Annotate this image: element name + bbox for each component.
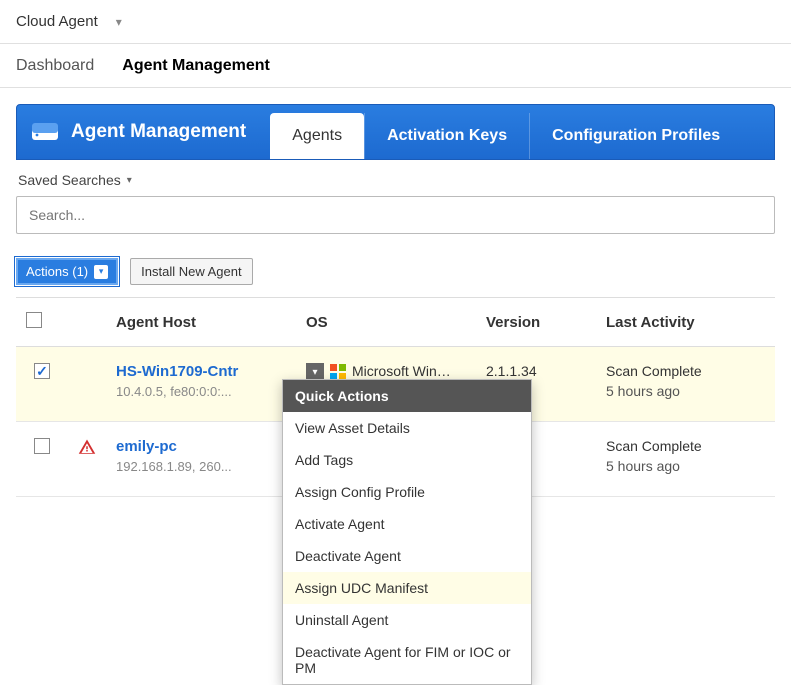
- col-last-activity[interactable]: Last Activity: [596, 298, 775, 347]
- content-area: Agent Management Agents Activation Keys …: [0, 88, 791, 513]
- table-header-row: Agent Host OS Version Last Activity: [16, 298, 775, 347]
- menu-view-asset-details[interactable]: View Asset Details: [283, 412, 531, 444]
- chevron-down-icon: ▾: [94, 265, 108, 279]
- activity-status: Scan Complete: [606, 438, 765, 454]
- menu-activate-agent[interactable]: Activate Agent: [283, 508, 531, 540]
- activity-time: 5 hours ago: [606, 458, 765, 474]
- menu-assign-udc-manifest[interactable]: Assign UDC Manifest: [283, 572, 531, 604]
- chevron-down-icon: ▾: [116, 15, 122, 29]
- tabs: Agents Activation Keys Configuration Pro…: [270, 105, 742, 159]
- tab-configuration-profiles[interactable]: Configuration Profiles: [529, 113, 742, 159]
- agent-host-sub: 10.4.0.5, fe80:0:0:...: [116, 384, 286, 399]
- tab-agents[interactable]: Agents: [270, 113, 364, 159]
- table-row[interactable]: HS-Win1709-Cntr 10.4.0.5, fe80:0:0:... ▾…: [16, 347, 775, 422]
- menu-add-tags[interactable]: Add Tags: [283, 444, 531, 476]
- col-os[interactable]: OS: [296, 298, 476, 347]
- row-checkbox[interactable]: [34, 438, 50, 454]
- saved-searches-dropdown[interactable]: Saved Searches ▾: [16, 160, 775, 196]
- header-title-group: Agent Management: [17, 105, 260, 159]
- os-name: Microsoft Win…: [352, 363, 451, 379]
- agent-host-link[interactable]: HS-Win1709-Cntr: [116, 363, 286, 380]
- activity-time: 5 hours ago: [606, 383, 765, 399]
- action-row: Actions (1) ▾ Install New Agent: [16, 258, 775, 285]
- top-bar: Cloud Agent ▾: [0, 0, 791, 44]
- activity-status: Scan Complete: [606, 363, 765, 379]
- nav-dashboard[interactable]: Dashboard: [16, 57, 94, 75]
- agent-host-link[interactable]: emily-pc: [116, 438, 286, 455]
- warning-icon: [78, 443, 96, 459]
- row-checkbox[interactable]: [34, 363, 50, 379]
- menu-deactivate-agent[interactable]: Deactivate Agent: [283, 540, 531, 572]
- drive-icon: [31, 122, 59, 142]
- nav-agent-management[interactable]: Agent Management: [122, 57, 270, 75]
- windows-icon: [330, 364, 346, 380]
- header-title: Agent Management: [71, 121, 246, 143]
- col-version[interactable]: Version: [476, 298, 596, 347]
- saved-searches-label: Saved Searches: [18, 172, 121, 188]
- caret-down-icon: ▾: [127, 175, 132, 186]
- install-new-agent-button[interactable]: Install New Agent: [130, 258, 252, 285]
- header-band: Agent Management Agents Activation Keys …: [16, 104, 775, 160]
- quick-actions-header: Quick Actions: [283, 380, 531, 412]
- header-checkbox-cell: [16, 298, 68, 347]
- agent-host-sub: 192.168.1.89, 260...: [116, 459, 286, 474]
- header-warn-cell: [68, 298, 106, 347]
- select-all-checkbox[interactable]: [26, 312, 42, 328]
- search-input[interactable]: [16, 196, 775, 234]
- tab-activation-keys[interactable]: Activation Keys: [364, 113, 529, 159]
- actions-button-label: Actions (1): [26, 264, 88, 279]
- quick-actions-menu: Quick Actions View Asset Details Add Tag…: [282, 379, 532, 685]
- menu-assign-config-profile[interactable]: Assign Config Profile: [283, 476, 531, 508]
- app-title-dropdown[interactable]: Cloud Agent ▾: [16, 13, 122, 30]
- menu-deactivate-agent-fim-ioc-pm[interactable]: Deactivate Agent for FIM or IOC or PM: [283, 636, 531, 684]
- app-title-text: Cloud Agent: [16, 13, 98, 30]
- agents-table: Agent Host OS Version Last Activity HS-W…: [16, 297, 775, 497]
- col-agent-host[interactable]: Agent Host: [106, 298, 296, 347]
- actions-button[interactable]: Actions (1) ▾: [16, 258, 118, 285]
- menu-uninstall-agent[interactable]: Uninstall Agent: [283, 604, 531, 636]
- nav-bar: Dashboard Agent Management: [0, 44, 791, 88]
